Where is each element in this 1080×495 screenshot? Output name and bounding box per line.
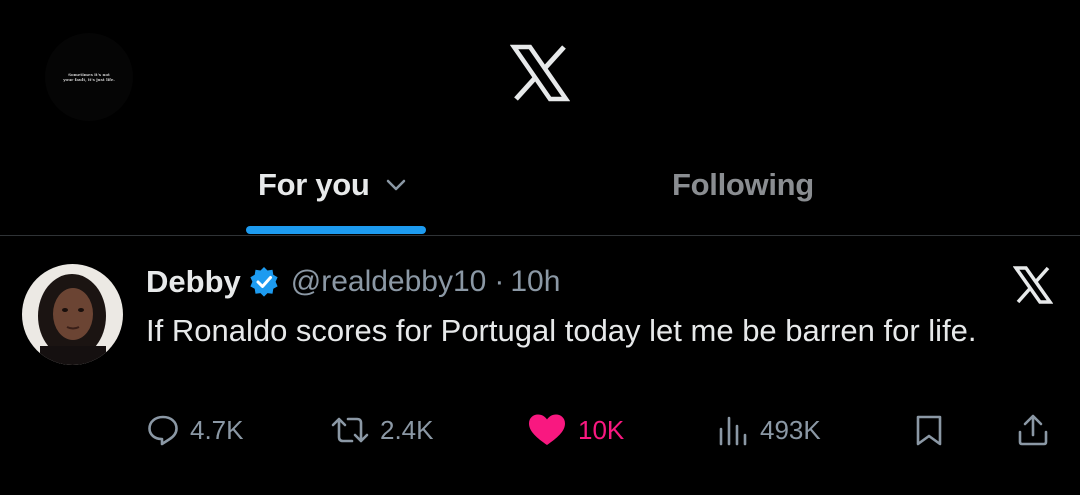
views-count: 493K	[760, 414, 821, 445]
author-name[interactable]: Debby	[146, 264, 241, 300]
profile-avatar[interactable]: Sometimes it's not your fault, it's just…	[45, 33, 133, 121]
reply-count: 4.7K	[190, 414, 244, 445]
heart-icon	[529, 414, 565, 445]
top-bar: Sometimes it's not your fault, it's just…	[0, 0, 1080, 150]
views-chart-icon	[719, 416, 747, 446]
views-button[interactable]: 493K	[716, 408, 821, 452]
avatar-caption-line2: your fault, it's just life.	[63, 77, 115, 82]
tab-for-you-label: For you	[258, 167, 370, 202]
author-avatar[interactable]	[22, 264, 123, 365]
like-count: 10K	[578, 414, 625, 445]
tweet[interactable]: Debby @realdebby10 · 10h If Ronaldo scor…	[0, 236, 1080, 495]
share-icon	[1018, 414, 1048, 446]
author-handle[interactable]: @realdebby10	[291, 265, 487, 299]
tab-following-label: Following	[672, 167, 814, 202]
reply-button[interactable]: 4.7K	[146, 408, 244, 452]
tweet-time[interactable]: 10h	[510, 265, 560, 299]
tweet-text: If Ronaldo scores for Portugal today let…	[146, 313, 977, 348]
verified-badge-icon	[250, 267, 278, 297]
reply-icon	[148, 415, 178, 446]
retweet-icon	[331, 417, 369, 443]
separator-dot: ·	[494, 265, 505, 298]
x-logo-icon[interactable]	[510, 44, 570, 102]
x-logo-small-icon[interactable]	[1013, 266, 1053, 304]
bookmark-icon	[916, 415, 942, 446]
bookmark-button[interactable]	[912, 408, 946, 452]
feed-tabs: For you Following	[0, 150, 1080, 236]
like-button[interactable]: 10K	[526, 408, 624, 452]
retweet-button[interactable]: 2.4K	[330, 408, 434, 452]
active-tab-indicator	[246, 226, 426, 234]
share-button[interactable]	[1016, 408, 1050, 452]
tweet-actions: 4.7K 2.4K 10K 493K	[0, 408, 1080, 452]
retweet-count: 2.4K	[380, 414, 434, 445]
tab-following[interactable]: Following	[672, 160, 814, 210]
tweet-header: Debby @realdebby10 · 10h	[146, 260, 560, 304]
chevron-down-icon[interactable]	[384, 173, 408, 197]
tab-for-you[interactable]: For you	[258, 160, 408, 210]
